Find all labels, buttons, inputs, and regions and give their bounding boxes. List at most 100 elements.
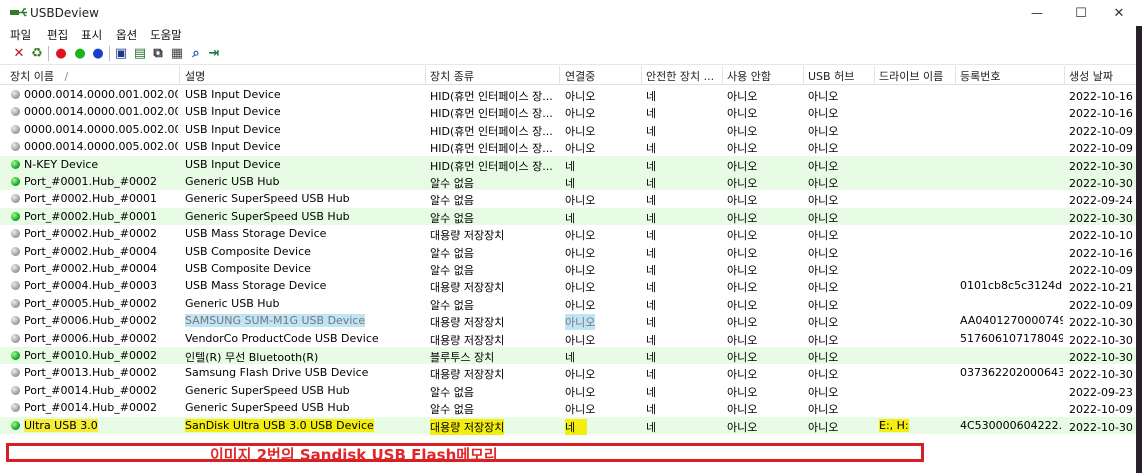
column-serial-number[interactable]: 등록번호 [960, 68, 1063, 84]
disconnected-status-icon [11, 403, 20, 413]
find-button[interactable]: ⌕ [188, 45, 204, 61]
table-row[interactable]: Port_#0014.Hub_#0002 Generic SuperSpeed U… [0, 399, 1142, 416]
cell-disabled: 아니오 [727, 368, 758, 382]
cell-name: Port_#0014.Hub_#0002 [24, 383, 157, 397]
table-row[interactable]: Port_#0014.Hub_#0002 Generic SuperSpeed U… [0, 382, 1142, 399]
cell-name: Port_#0002.Hub_#0001 [24, 192, 157, 206]
menu-options[interactable]: 옵션 [116, 27, 137, 43]
table-row[interactable]: Port_#0001.Hub_#0002 Generic USB Hub 알수 없음… [0, 173, 1142, 190]
table-row[interactable]: Port_#0002.Hub_#0001 Generic SuperSpeed U… [0, 207, 1142, 225]
column-created-date[interactable]: 생성 날짜 [1069, 68, 1142, 84]
cell-desc: Generic USB Hub [185, 296, 280, 310]
table-row[interactable]: Port_#0002.Hub_#0004 USB Composite Device… [0, 260, 1142, 277]
table-row[interactable]: Port_#0010.Hub_#0002 인텔(R) 무선 Bluetooth(R… [0, 347, 1142, 364]
table-row[interactable]: 0000.0014.0000.001.002.000.0... USB Input… [0, 103, 1142, 120]
cell-date: 2022-10-16 오후 [1069, 107, 1142, 121]
save-button[interactable]: ▣ [113, 45, 129, 61]
column-divider[interactable] [803, 66, 804, 84]
table-row[interactable]: Port_#0002.Hub_#0001 Generic SuperSpeed U… [0, 190, 1142, 207]
column-usb-hub[interactable]: USB 허브 [808, 68, 873, 84]
disconnect-button[interactable]: ✕ [11, 45, 27, 61]
column-device-name[interactable]: 장치 이름 / [10, 68, 178, 84]
uninstall-button[interactable]: ♻ [29, 45, 45, 61]
cell-conn: 아니오 [565, 333, 596, 347]
cell-conn: 네 [565, 211, 576, 225]
cell-safe: 네 [646, 403, 657, 417]
connect-button[interactable]: ● [72, 45, 88, 61]
table-row[interactable]: 0000.0014.0000.005.002.000.0... USB Input… [0, 138, 1142, 155]
cell-disabled: 아니오 [727, 351, 758, 364]
cell-safe: 네 [646, 368, 657, 382]
properties-button[interactable]: ▤ [132, 45, 148, 61]
cell-disabled: 아니오 [727, 107, 758, 121]
cell-desc: Generic SuperSpeed USB Hub [185, 192, 350, 206]
table-row[interactable]: Port_#0006.Hub_#0002 SAMSUNG SUM-M1G USB … [0, 312, 1142, 331]
cell-safe: 네 [646, 90, 657, 103]
cell-serial: 517606107178049... [960, 331, 1063, 345]
enable-button[interactable]: ● [53, 45, 69, 61]
cell-hub: 아니오 [808, 142, 839, 156]
column-divider[interactable] [425, 66, 426, 84]
table-row[interactable]: Port_#0002.Hub_#0002 USB Mass Storage Dev… [0, 225, 1142, 242]
cell-name: 0000.0014.0000.001.002.000.0... [24, 88, 178, 101]
column-connected[interactable]: 연결중 [565, 68, 640, 84]
cell-date: 2022-10-30 오후 [1069, 211, 1142, 225]
table-row[interactable]: Port_#0004.Hub_#0003 USB Mass Storage Dev… [0, 277, 1142, 294]
cell-type: HID(휴먼 인터페이스 장... [430, 90, 553, 103]
cell-disabled: 아니오 [727, 229, 758, 243]
column-description[interactable]: 설명 [185, 68, 423, 84]
cell-hub: 아니오 [808, 159, 839, 173]
table-row[interactable]: 0000.0014.0000.005.002.000.0... USB Input… [0, 121, 1142, 138]
menu-file[interactable]: 파일 [10, 27, 31, 43]
minimize-button[interactable]: — [1014, 0, 1060, 26]
cell-hub: 아니오 [808, 246, 839, 260]
column-disabled[interactable]: 사용 안함 [727, 68, 802, 84]
column-divider[interactable] [641, 66, 642, 84]
table-row[interactable]: 0000.0014.0000.001.002.000.0... USB Input… [0, 86, 1142, 103]
cell-disabled: 아니오 [727, 333, 758, 347]
column-divider[interactable] [955, 66, 956, 84]
cell-date: 2022-10-16 오후 [1069, 246, 1142, 260]
cell-hub: 아니오 [808, 385, 839, 399]
cell-conn: 아니오 [565, 368, 596, 382]
column-divider[interactable] [179, 66, 180, 84]
copy-icon: ⧉ [153, 45, 163, 61]
cell-type: 알수 없음 [430, 194, 474, 208]
menu-view[interactable]: 표시 [81, 27, 102, 43]
usb-app-icon [10, 8, 27, 17]
table-row[interactable]: N-KEY Device USB Input Device HID(휴먼 인터페이스… [0, 155, 1142, 173]
menu-edit[interactable]: 편집 [47, 27, 68, 43]
cell-type: HID(휴먼 인터페이스 장... [430, 124, 553, 138]
column-divider[interactable] [1064, 66, 1065, 84]
table-row[interactable]: Port_#0002.Hub_#0004 USB Composite Device… [0, 243, 1142, 260]
table-row[interactable]: Port_#0013.Hub_#0002 Samsung Flash Drive … [0, 364, 1142, 381]
cell-desc: USB Input Device [185, 105, 281, 119]
column-drive-letter[interactable]: 드라이브 이름 [879, 68, 954, 84]
cell-date: 2022-09-24 오후 [1069, 194, 1142, 208]
disconnected-status-icon [11, 385, 20, 395]
cell-disabled: 아니오 [727, 281, 758, 295]
cell-conn: 아니오 [565, 90, 596, 103]
column-divider[interactable] [874, 66, 875, 84]
cell-name: 0000.0014.0000.005.002.000.0... [24, 122, 178, 136]
html-report-button[interactable]: ▦ [169, 45, 185, 61]
column-divider[interactable] [722, 66, 723, 84]
cell-date: 2022-10-30 오후 [1069, 177, 1142, 190]
column-divider[interactable] [559, 66, 560, 84]
column-device-type[interactable]: 장치 종류 [430, 68, 558, 84]
exit-button[interactable]: ⇥ [206, 45, 222, 61]
cell-safe: 네 [646, 351, 657, 364]
table-row[interactable]: Port_#0006.Hub_#0002 VendorCo ProductCode… [0, 330, 1142, 347]
info-button[interactable]: ● [90, 45, 106, 61]
copy-button[interactable]: ⧉ [150, 45, 166, 61]
table-row[interactable]: Ultra USB 3.0 SanDisk Ultra USB 3.0 USB D… [0, 416, 1142, 435]
close-button[interactable]: ✕ [1096, 0, 1142, 26]
cell-name: Port_#0002.Hub_#0004 [24, 244, 157, 258]
column-safe-device[interactable]: 안전한 장치 ... [646, 68, 721, 84]
menu-help[interactable]: 도움말 [150, 27, 182, 43]
cell-safe: 네 [646, 298, 657, 312]
table-row[interactable]: Port_#0005.Hub_#0002 Generic USB Hub 알수 없음… [0, 295, 1142, 312]
exit-icon: ⇥ [208, 45, 220, 61]
cell-hub: 아니오 [808, 403, 839, 417]
cell-date: 2022-10-09 오후 [1069, 298, 1142, 312]
